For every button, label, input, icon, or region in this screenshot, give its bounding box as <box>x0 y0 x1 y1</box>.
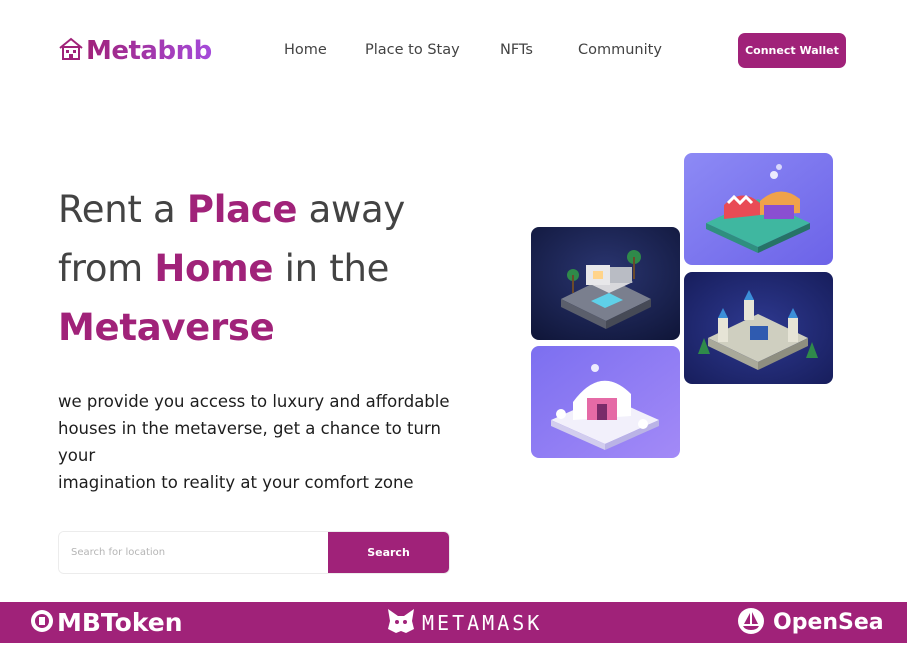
partner-label: OpenSea <box>773 610 884 635</box>
modern-villa-image <box>531 227 680 340</box>
search-bar: Search <box>58 531 450 574</box>
fox-icon <box>386 607 416 639</box>
headline-highlight-place: Place <box>186 188 298 231</box>
headline-highlight-metaverse: Metaverse <box>58 306 275 349</box>
headline-text: in the <box>273 247 390 290</box>
partner-opensea[interactable]: OpenSea <box>737 602 884 643</box>
headline-highlight-home: Home <box>154 247 274 290</box>
hero-description: we provide you access to luxury and affo… <box>58 392 450 492</box>
headline-text: Rent a <box>58 188 187 231</box>
search-button[interactable]: Search <box>328 532 449 573</box>
partner-label: METAMASK <box>422 610 543 635</box>
partner-mbtoken[interactable]: MBToken <box>30 602 183 643</box>
house-icon <box>58 37 84 65</box>
headline-text: from <box>58 247 155 290</box>
nav-nfts[interactable]: NFTs <box>500 42 533 58</box>
nav-home[interactable]: Home <box>284 42 327 58</box>
castle-image <box>684 272 833 384</box>
brand-name: Metabnb <box>86 36 212 66</box>
headline-text: away <box>297 188 406 231</box>
partner-label: MBToken <box>57 608 183 637</box>
nav-place-to-stay[interactable]: Place to Stay <box>365 42 460 58</box>
sailboat-icon <box>737 607 765 639</box>
market-stall-image <box>684 153 833 265</box>
partner-metamask[interactable]: METAMASK <box>386 602 542 643</box>
search-input[interactable] <box>59 532 328 573</box>
partners-bar: MBToken METAMASK OpenSea <box>0 602 907 643</box>
hero-headline: Rent a Place away from Home in the Metav… <box>58 180 498 357</box>
mbtoken-icon <box>30 609 54 637</box>
nav-community[interactable]: Community <box>578 42 662 58</box>
brand-logo[interactable]: Metabnb <box>58 36 212 66</box>
connect-wallet-button[interactable]: Connect Wallet <box>738 33 846 68</box>
snow-cottage-image <box>531 346 680 458</box>
